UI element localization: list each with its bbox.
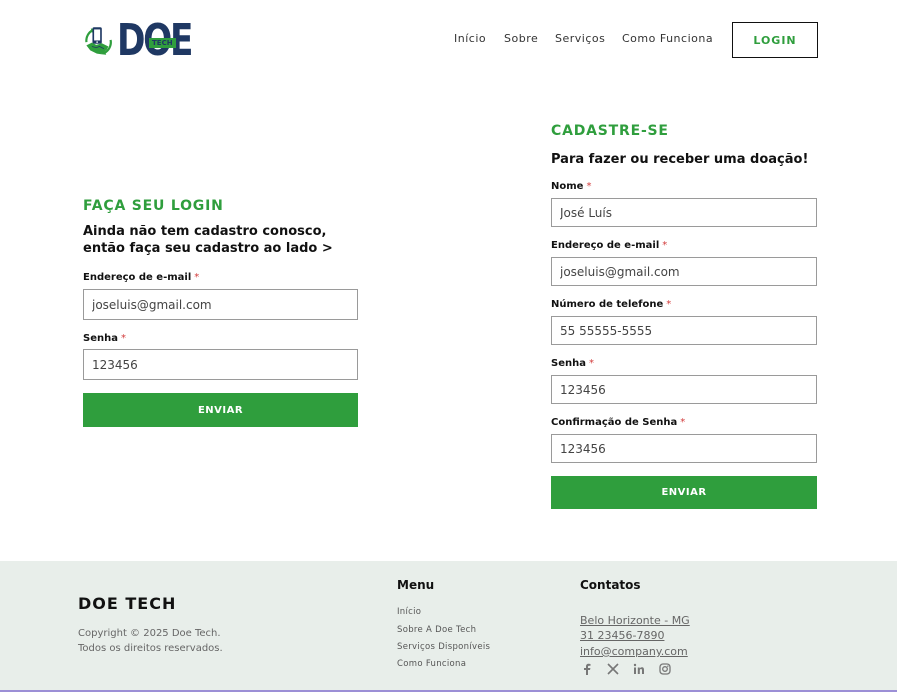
register-name-input[interactable] [551,198,817,227]
register-phone-input[interactable] [551,316,817,345]
register-phone-label: Número de telefone * [551,299,671,310]
login-email-label-text: Endereço de e-mail [83,272,192,283]
footer-brand: DOE TECH [78,594,177,613]
linkedin-icon[interactable] [631,661,647,677]
nav-item-como-funciona[interactable]: Como Funciona [622,32,713,45]
login-email-label: Endereço de e-mail * [83,272,199,283]
register-subtitle: Para fazer ou receber uma doação! [551,152,809,167]
copyright-line1: Copyright © 2025 Doe Tech. [78,628,221,639]
nav-item-sobre[interactable]: Sobre [504,32,538,45]
footer-menu-sobre[interactable]: Sobre A Doe Tech [397,625,476,635]
site-footer: DOE TECH Copyright © 2025 Doe Tech. Todo… [0,561,897,692]
footer-copyright: Copyright © 2025 Doe Tech. Todos os dire… [78,626,223,656]
login-button[interactable]: LOGIN [732,22,818,58]
nav-item-inicio[interactable]: Início [454,32,486,45]
register-password-label: Senha * [551,358,594,369]
facebook-icon[interactable] [579,661,595,677]
copyright-line2: Todos os direitos reservados. [78,643,223,654]
required-mark: * [662,240,668,251]
register-name-label-text: Nome [551,181,584,192]
login-password-label: Senha * [83,333,126,344]
login-title: FAÇA SEU LOGIN [83,198,224,214]
footer-menu-title: Menu [397,578,435,592]
required-mark: * [680,417,686,428]
footer-menu-como-funciona[interactable]: Como Funciona [397,659,466,669]
required-mark: * [120,333,126,344]
required-mark: * [194,272,200,283]
register-password-input[interactable] [551,375,817,404]
logo-wordmark: DOE TECH [117,18,212,64]
footer-menu-servicos[interactable]: Serviços Disponíveis [397,642,490,652]
register-name-label: Nome * [551,181,591,192]
register-confirm-label-text: Confirmação de Senha [551,417,678,428]
x-icon[interactable] [605,661,621,677]
contact-email[interactable]: info@company.com [580,645,688,658]
register-title: CADASTRE-SE [551,123,669,139]
register-confirm-label: Confirmação de Senha * [551,417,685,428]
register-email-input[interactable] [551,257,817,286]
required-mark: * [666,299,672,310]
required-mark: * [586,181,592,192]
register-password-label-text: Senha [551,358,586,369]
contact-address[interactable]: Belo Horizonte - MG [580,614,690,627]
instagram-icon[interactable] [657,661,673,677]
login-password-label-text: Senha [83,333,118,344]
register-email-label: Endereço de e-mail * [551,240,667,251]
required-mark: * [588,358,594,369]
phone-handshake-icon [85,27,112,55]
login-email-input[interactable] [83,289,358,320]
register-phone-label-text: Número de telefone [551,299,664,310]
login-password-input[interactable] [83,349,358,380]
contact-phone[interactable]: 31 23456-7890 [580,629,664,642]
footer-contacts-title: Contatos [580,578,641,592]
site-header: DOE TECH Início Sobre Serviços Como Func… [0,0,897,82]
login-subtitle-line1: Ainda não tem cadastro conosco, [83,224,327,239]
login-submit-button[interactable]: ENVIAR [83,393,358,427]
logo-tag: TECH [149,38,176,48]
doe-tech-logo[interactable]: DOE TECH [82,13,212,69]
footer-menu-inicio[interactable]: Início [397,607,421,617]
login-subtitle-line2: então faça seu cadastro ao lado > [83,241,333,256]
register-email-label-text: Endereço de e-mail [551,240,660,251]
register-confirm-input[interactable] [551,434,817,463]
nav-item-servicos[interactable]: Serviços [555,32,605,45]
register-submit-button[interactable]: ENVIAR [551,476,817,509]
